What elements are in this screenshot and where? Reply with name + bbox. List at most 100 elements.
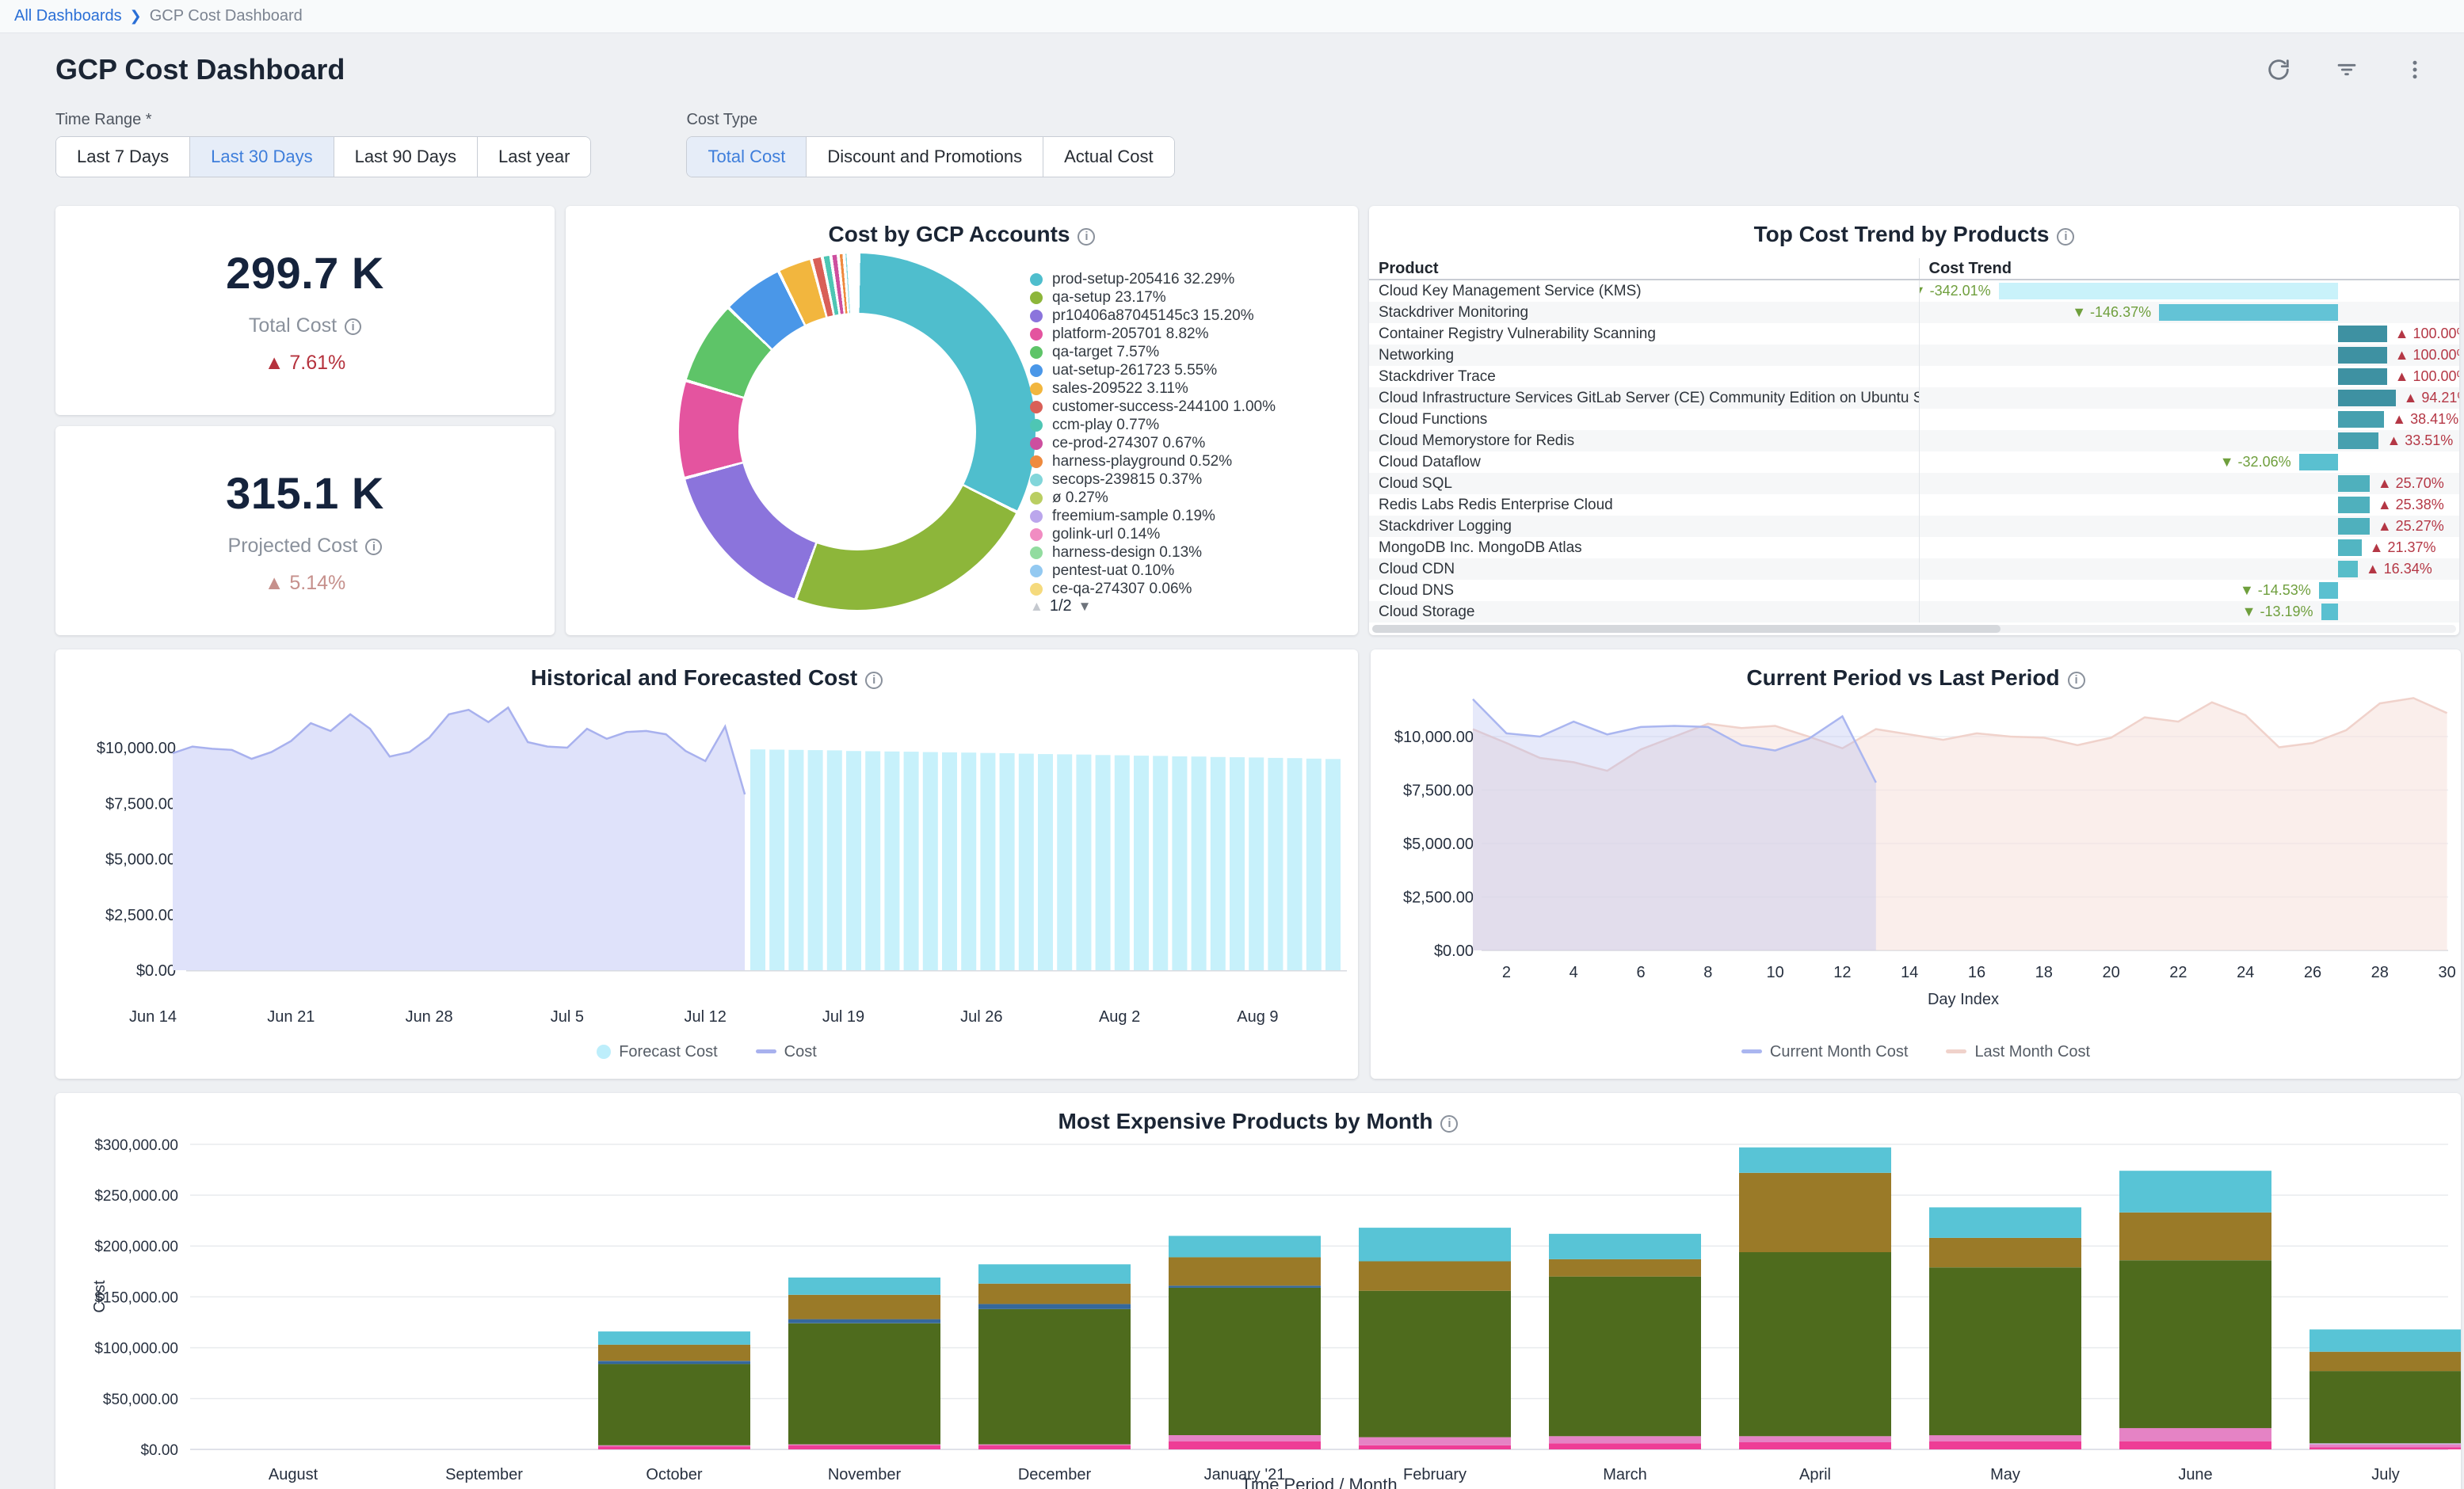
- column-header-product[interactable]: Product: [1369, 258, 1919, 279]
- svg-text:$7,500.00: $7,500.00: [105, 795, 176, 813]
- info-icon[interactable]: i: [345, 318, 361, 335]
- trend-value: ▲ 16.34%: [2366, 558, 2432, 580]
- breadcrumb-all-dashboards[interactable]: All Dashboards: [14, 7, 122, 25]
- legend-page-indicator: 1/2: [1050, 597, 1072, 615]
- trend-value: ▼ -14.53%: [2240, 580, 2311, 601]
- legend-marker: [597, 1045, 611, 1059]
- info-icon[interactable]: i: [2068, 672, 2085, 689]
- table-horizontal-scrollbar[interactable]: [1372, 625, 2456, 633]
- legend-dot: [1030, 383, 1043, 395]
- table-row: Networking ▲ 100.00%: [1369, 345, 2459, 366]
- historical-forecast-panel: Historical and Forecasted Costi $10,000.…: [55, 649, 1358, 1079]
- svg-text:April: April: [1799, 1466, 1831, 1483]
- table-row: Container Registry Vulnerability Scannin…: [1369, 323, 2459, 345]
- legend-item-cost[interactable]: Cost: [756, 1043, 817, 1061]
- legend-label: prod-setup-205416 32.29%: [1052, 271, 1234, 288]
- panel-title: Cost by GCP Accounts: [829, 222, 1070, 246]
- cost-type-option-actual-cost[interactable]: Actual Cost: [1043, 137, 1174, 177]
- donut-chart[interactable]: [679, 253, 1036, 610]
- info-icon[interactable]: i: [865, 672, 883, 689]
- trend-bar: [2338, 411, 2385, 428]
- table-row: Cloud Dataflow ▼ -32.06%: [1369, 451, 2459, 473]
- legend-item-current-month-cost[interactable]: Current Month Cost: [1741, 1043, 1909, 1061]
- legend-item-freemium-sample[interactable]: freemium-sample 0.19%: [1030, 508, 1347, 524]
- page-title: GCP Cost Dashboard: [55, 53, 345, 86]
- legend-item-qa-setup[interactable]: qa-setup 23.17%: [1030, 289, 1347, 306]
- info-icon[interactable]: i: [2057, 228, 2074, 246]
- trend-value: ▼ -32.06%: [2220, 451, 2291, 473]
- legend-item-forecast-cost[interactable]: Forecast Cost: [597, 1043, 717, 1061]
- svg-text:$0.00: $0.00: [1434, 943, 1474, 960]
- time-range-option-last-90-days[interactable]: Last 90 Days: [334, 137, 477, 177]
- legend-item-ce-qa-274307[interactable]: ce-qa-274307 0.06%: [1030, 581, 1347, 597]
- svg-text:Jun 28: Jun 28: [406, 1008, 453, 1026]
- legend-label: platform-205701 8.82%: [1052, 326, 1209, 342]
- legend-item-uat-setup-261723[interactable]: uat-setup-261723 5.55%: [1030, 362, 1347, 379]
- projected-cost-value: 315.1 K: [226, 467, 384, 519]
- legend-item-customer-success-244100[interactable]: customer-success-244100 1.00%: [1030, 398, 1347, 415]
- product-name: Cloud Memorystore for Redis: [1369, 430, 1919, 451]
- legend-item-qa-target[interactable]: qa-target 7.57%: [1030, 344, 1347, 360]
- svg-text:Jul 26: Jul 26: [960, 1008, 1002, 1026]
- cost-trend-cell: ▲ 100.00%: [1919, 366, 2459, 387]
- time-range-option-last-7-days[interactable]: Last 7 Days: [56, 137, 189, 177]
- legend-dot: [1030, 528, 1043, 541]
- top-bar: All Dashboards ❯ GCP Cost Dashboard: [0, 0, 2464, 33]
- cost-type-option-discount-and-promotions[interactable]: Discount and Promotions: [806, 137, 1043, 177]
- cost-type-option-total-cost[interactable]: Total Cost: [687, 137, 806, 177]
- svg-text:$5,000.00: $5,000.00: [105, 851, 176, 869]
- svg-text:November: November: [828, 1466, 902, 1483]
- trend-value: ▲ 33.51%: [2386, 430, 2453, 451]
- legend-item-harness-design[interactable]: harness-design 0.13%: [1030, 544, 1347, 561]
- legend-label: golink-url 0.14%: [1052, 526, 1160, 543]
- legend-item-pr10406a87045145c3[interactable]: pr10406a87045145c3 15.20%: [1030, 307, 1347, 324]
- legend-item-pentest-uat[interactable]: pentest-uat 0.10%: [1030, 562, 1347, 579]
- product-name: Cloud Dataflow: [1369, 451, 1919, 473]
- cost-trend-cell: ▲ 33.51%: [1919, 430, 2459, 451]
- product-name: Networking: [1369, 345, 1919, 366]
- table-row: Cloud Memorystore for Redis ▲ 33.51%: [1369, 430, 2459, 451]
- kebab-menu-icon: [2403, 58, 2427, 82]
- svg-text:$7,500.00: $7,500.00: [1403, 783, 1474, 800]
- info-icon[interactable]: i: [1078, 228, 1095, 246]
- trend-bar: [2338, 539, 2362, 556]
- refresh-button[interactable]: [2261, 52, 2296, 87]
- legend-dot: [1030, 565, 1043, 577]
- legend-item-secops-239815[interactable]: secops-239815 0.37%: [1030, 471, 1347, 488]
- legend-item-harness-playground[interactable]: harness-playground 0.52%: [1030, 453, 1347, 470]
- legend-label: customer-success-244100 1.00%: [1052, 398, 1276, 415]
- info-icon[interactable]: i: [1440, 1115, 1458, 1133]
- legend-item-last-month-cost[interactable]: Last Month Cost: [1946, 1043, 2090, 1061]
- svg-text:16: 16: [1968, 964, 1985, 981]
- product-name: Cloud Key Management Service (KMS): [1369, 280, 1919, 302]
- legend-label: ccm-play 0.77%: [1052, 417, 1159, 433]
- more-menu-button[interactable]: [2397, 52, 2432, 87]
- cost-trend-cell: ▲ 94.21%: [1919, 387, 2459, 409]
- legend-item-ce-prod-274307[interactable]: ce-prod-274307 0.67%: [1030, 435, 1347, 451]
- legend-item-platform-205701[interactable]: platform-205701 8.82%: [1030, 326, 1347, 342]
- filter-button[interactable]: [2329, 52, 2364, 87]
- legend-item-ccm-play[interactable]: ccm-play 0.77%: [1030, 417, 1347, 433]
- column-header-cost-trend[interactable]: Cost Trend: [1919, 258, 2459, 279]
- legend-item-[interactable]: ø 0.27%: [1030, 489, 1347, 506]
- info-icon[interactable]: i: [365, 539, 382, 555]
- time-range-option-last-year[interactable]: Last year: [477, 137, 591, 177]
- legend-label: uat-setup-261723 5.55%: [1052, 362, 1217, 379]
- legend-dot: [1030, 455, 1043, 468]
- legend-item-prod-setup-205416[interactable]: prod-setup-205416 32.29%: [1030, 271, 1347, 288]
- cost-trend-cell: ▲ 25.27%: [1919, 516, 2459, 537]
- table-row: MongoDB Inc. MongoDB Atlas ▲ 21.37%: [1369, 537, 2459, 558]
- legend-item-sales-209522[interactable]: sales-209522 3.11%: [1030, 380, 1347, 397]
- legend-page-down-icon[interactable]: ▼: [1078, 599, 1092, 615]
- cost-trend-cell: ▲ 100.00%: [1919, 323, 2459, 345]
- svg-text:May: May: [1990, 1466, 2020, 1483]
- legend-dot: [1030, 291, 1043, 304]
- svg-text:14: 14: [1901, 964, 1918, 981]
- time-range-option-last-30-days[interactable]: Last 30 Days: [189, 137, 333, 177]
- product-name: Cloud SQL: [1369, 473, 1919, 494]
- legend-page-up-icon[interactable]: ▲: [1030, 599, 1043, 615]
- svg-text:Aug 9: Aug 9: [1237, 1008, 1278, 1026]
- donut-hole: [738, 313, 976, 550]
- legend-pagination: ▲ 1/2 ▼: [1030, 597, 1091, 615]
- legend-item-golink-url[interactable]: golink-url 0.14%: [1030, 526, 1347, 543]
